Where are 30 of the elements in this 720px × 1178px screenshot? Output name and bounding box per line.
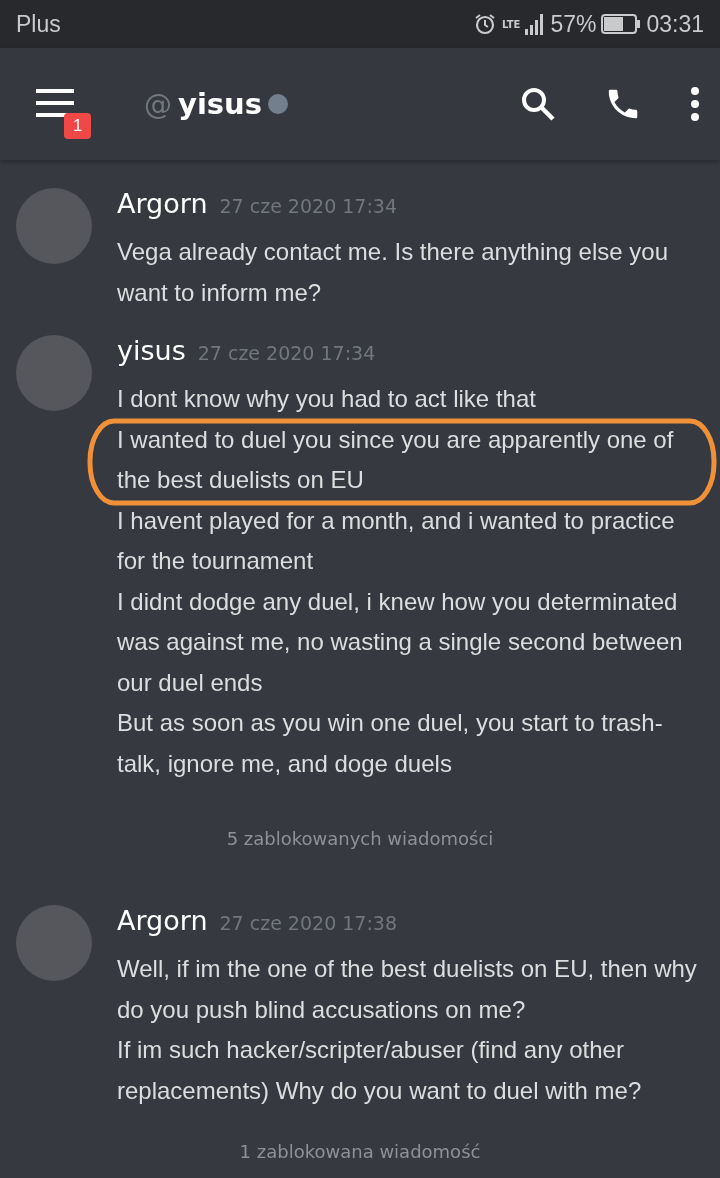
author-name[interactable]: yisus: [117, 335, 186, 366]
signal-icon: [525, 13, 546, 35]
network-type-label: LTE: [502, 18, 521, 30]
blocked-messages-label[interactable]: 5 zablokowanych wiadomości: [226, 828, 494, 849]
status-dot: [268, 94, 288, 114]
message-text: I wanted to duel you since you are apparently one of the best duelists on EU: [117, 424, 675, 495]
clock: 03:31: [646, 10, 704, 38]
message-text: But as soon as you win one duel, you start to trash-talk, ignore me, and doge duels: [117, 708, 664, 779]
message-text: I dont know why you had to act like that: [117, 384, 537, 414]
battery-icon: [601, 14, 642, 34]
message-text: Well, if im the one of the best duelists on EU, then why do you push blind accusations on me?: [117, 954, 698, 1025]
message-text: I havent played for a month, and i wanted to practice for the tournament: [117, 505, 676, 576]
more-options-button[interactable]: [690, 86, 700, 122]
message-text: Vega already contact me. Is there anything else you want to inform me?: [117, 237, 669, 308]
blocked-messages-label[interactable]: 1 zablokowana wiadomość: [239, 1141, 481, 1162]
timestamp: 27 cze 2020 17:34: [197, 342, 376, 364]
search-button[interactable]: [520, 86, 556, 122]
author-name[interactable]: Argorn: [117, 188, 208, 219]
message-text: If im such hacker/scripter/abuser (find any other replacements) Why do you want to duel with me?: [117, 1035, 643, 1106]
carrier-label: Plus: [16, 10, 61, 38]
battery-percent: 57%: [550, 10, 597, 38]
menu-button[interactable]: [36, 89, 76, 119]
notification-badge: 1: [64, 113, 92, 139]
at-symbol: @: [144, 87, 172, 121]
alarm-clock-icon: [473, 12, 497, 36]
timestamp: 27 cze 2020 17:38: [219, 912, 397, 934]
channel-name: yisus: [178, 87, 262, 121]
author-name[interactable]: Argorn: [117, 905, 208, 936]
message-text: I didnt dodge any duel, i knew how you determinated was against me, no wasting a single second between our duel ends: [117, 586, 684, 698]
timestamp: 27 cze 2020 17:34: [219, 195, 397, 217]
